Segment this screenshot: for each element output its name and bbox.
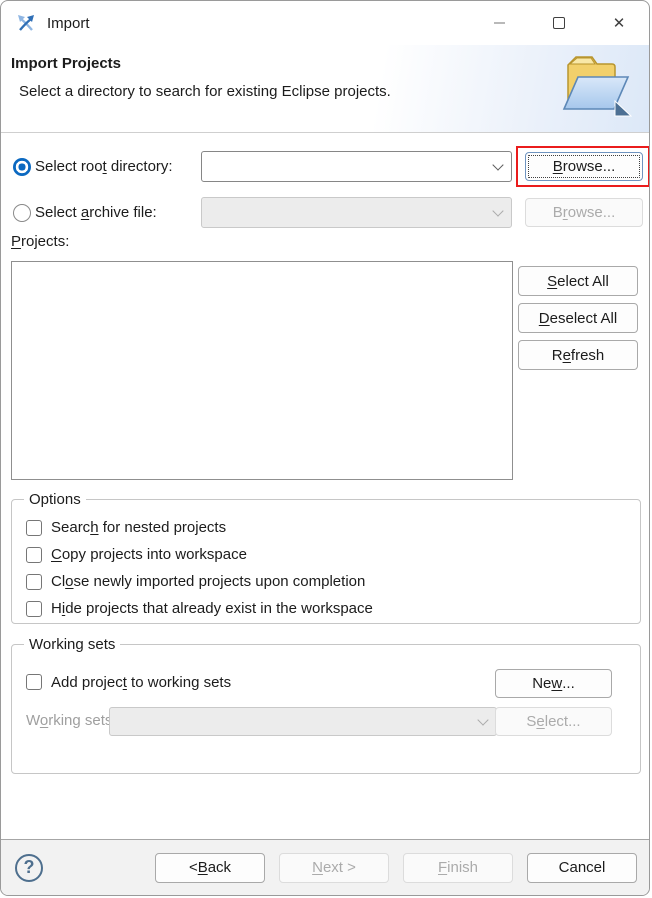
select-archive-file-label[interactable]: Select archive file: bbox=[35, 203, 157, 223]
add-to-working-sets-row[interactable]: Add project to working sets bbox=[26, 672, 231, 692]
search-nested-label[interactable]: Search for nested projects bbox=[51, 519, 226, 536]
open-folder-icon bbox=[556, 47, 632, 123]
page-title: Import Projects bbox=[11, 55, 121, 72]
eclipse-import-icon bbox=[16, 13, 36, 33]
add-to-working-sets-label[interactable]: Add project to working sets bbox=[51, 674, 231, 691]
option-row-copy[interactable]: Copy projects into workspace bbox=[26, 544, 640, 565]
working-sets-label: Working sets: bbox=[26, 711, 117, 731]
wizard-header: Import Projects Select a directory to se… bbox=[1, 45, 649, 133]
select-all-button[interactable]: Select All bbox=[518, 266, 638, 296]
hide-existing-checkbox[interactable] bbox=[26, 601, 42, 617]
root-directory-combo[interactable] bbox=[201, 151, 512, 182]
window-title: Import bbox=[47, 15, 90, 32]
refresh-button[interactable]: Refresh bbox=[518, 340, 638, 370]
button-bar: ? < Back Next > Finish Cancel bbox=[1, 839, 649, 895]
finish-button: Finish bbox=[403, 853, 513, 883]
hide-existing-label[interactable]: Hide projects that already exist in the … bbox=[51, 600, 373, 617]
maximize-icon bbox=[553, 17, 565, 29]
option-row-nested[interactable]: Search for nested projects bbox=[26, 517, 640, 538]
options-group-title: Options bbox=[24, 490, 86, 510]
option-row-hide[interactable]: Hide projects that already exist in the … bbox=[26, 598, 640, 619]
projects-label: Projects: bbox=[11, 232, 69, 252]
close-icon: ✕ bbox=[613, 16, 626, 31]
working-sets-combo bbox=[109, 707, 497, 736]
minimize-button bbox=[469, 1, 529, 45]
next-button: Next > bbox=[279, 853, 389, 883]
help-button[interactable]: ? bbox=[15, 854, 43, 882]
select-root-directory-radio[interactable] bbox=[13, 158, 31, 176]
copy-projects-checkbox[interactable] bbox=[26, 547, 42, 563]
close-button[interactable]: ✕ bbox=[589, 1, 649, 45]
back-button[interactable]: < Back bbox=[155, 853, 265, 883]
close-imported-label[interactable]: Close newly imported projects upon compl… bbox=[51, 573, 365, 590]
options-group: Options Search for nested projects Copy … bbox=[11, 499, 641, 624]
select-archive-file-radio[interactable] bbox=[13, 204, 31, 222]
archive-file-combo bbox=[201, 197, 512, 228]
chevron-down-icon bbox=[477, 714, 488, 725]
projects-list[interactable] bbox=[11, 261, 513, 480]
working-sets-group: Working sets Add project to working sets… bbox=[11, 644, 641, 774]
browse-archive-button: Browse... bbox=[525, 198, 643, 227]
close-imported-checkbox[interactable] bbox=[26, 574, 42, 590]
title-bar: Import ✕ bbox=[1, 1, 649, 45]
deselect-all-button[interactable]: Deselect All bbox=[518, 303, 638, 333]
browse-root-button[interactable]: Browse... bbox=[525, 152, 643, 181]
caption-buttons: ✕ bbox=[469, 1, 649, 45]
wizard-body: Select root directory: Browse... Select … bbox=[1, 133, 649, 839]
chevron-down-icon bbox=[492, 159, 503, 170]
page-subtitle: Select a directory to search for existin… bbox=[19, 83, 391, 100]
option-row-close[interactable]: Close newly imported projects upon compl… bbox=[26, 571, 640, 592]
import-dialog: Import ✕ Import Projects Select a direct… bbox=[0, 0, 650, 896]
cancel-button[interactable]: Cancel bbox=[527, 853, 637, 883]
copy-projects-label[interactable]: Copy projects into workspace bbox=[51, 546, 247, 563]
chevron-down-icon bbox=[492, 205, 503, 216]
minimize-icon bbox=[494, 22, 505, 24]
select-root-directory-label[interactable]: Select root directory: bbox=[35, 157, 173, 177]
wizard-buttons: < Back Next > Finish Cancel bbox=[155, 853, 637, 883]
select-working-set-button: Select... bbox=[495, 707, 612, 736]
help-icon: ? bbox=[24, 857, 35, 878]
add-to-working-sets-checkbox[interactable] bbox=[26, 674, 42, 690]
working-sets-group-title: Working sets bbox=[24, 635, 120, 655]
new-working-set-button[interactable]: New... bbox=[495, 669, 612, 698]
maximize-button[interactable] bbox=[529, 1, 589, 45]
search-nested-checkbox[interactable] bbox=[26, 520, 42, 536]
